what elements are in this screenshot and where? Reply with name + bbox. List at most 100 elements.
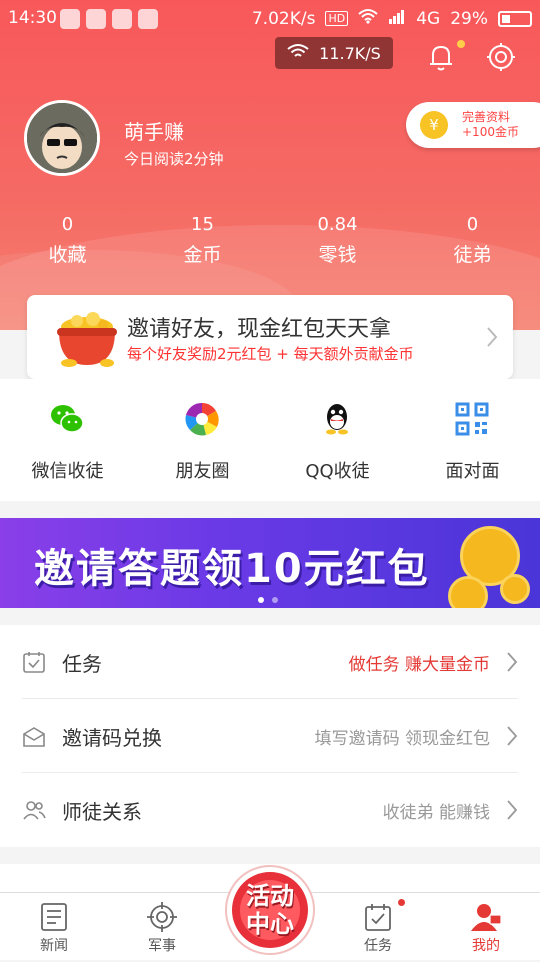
share-face-to-face[interactable]: 面对面 (405, 379, 540, 501)
tab-military[interactable]: 军事 (108, 893, 216, 961)
menu-item-hint: 收徒弟 能赚钱 (382, 803, 490, 823)
profile-icon (470, 901, 502, 933)
stat-value: 0.84 (317, 214, 358, 235)
stats-row: 0 收藏 15 金币 0.84 零钱 0 徒弟 (0, 214, 540, 267)
complete-profile-text: 完善资料 +100金币 (462, 110, 519, 140)
invite-friends-card[interactable]: 邀请好友，现金红包天天拿 每个好友奖励2元红包 + 每天额外贡献金币 (27, 295, 513, 379)
chevron-right-icon (485, 325, 499, 349)
wechat-icon (49, 401, 85, 437)
treasure-pot-icon (47, 305, 127, 371)
menu-item-tasks[interactable]: 任务 做任务 赚大量金币 (22, 625, 518, 699)
share-wechat[interactable]: 微信收徒 (0, 379, 135, 501)
crosshair-icon (146, 901, 178, 933)
people-icon (22, 798, 46, 822)
activity-center-button[interactable]: 活动 中心 (218, 858, 322, 958)
envelope-icon (22, 724, 46, 748)
coin-icon: ¥ (420, 111, 448, 139)
notification-dot (457, 40, 465, 48)
banner-pagination (258, 597, 278, 603)
tab-label: 我的 (472, 938, 500, 954)
status-bar: 14:30 7.02K/s HD 4G 29% (0, 0, 540, 38)
read-time: 今日阅读2分钟 (124, 150, 224, 168)
tab-badge-dot (398, 899, 405, 906)
wifi-status-icon (358, 8, 378, 29)
tab-label: 军事 (148, 938, 176, 954)
stat-label: 零钱 (318, 244, 357, 266)
promo-banner[interactable]: 邀请答题领10元红包 (0, 518, 540, 608)
stat-favorites[interactable]: 0 收藏 (0, 214, 135, 267)
tab-label: 任务 (364, 938, 392, 954)
battery-percent: 29% (450, 8, 488, 29)
share-label: 面对面 (445, 461, 500, 482)
coin-decoration (500, 574, 530, 604)
network-type: 4G (416, 8, 441, 29)
qrcode-icon (454, 401, 490, 437)
complete-profile-button[interactable]: ¥ 完善资料 +100金币 (406, 102, 540, 148)
status-right: 7.02K/s HD 4G 29% (252, 8, 532, 29)
stat-value: 15 (191, 214, 214, 235)
chevron-right-icon (506, 651, 518, 673)
share-moments[interactable]: 朋友圈 (135, 379, 270, 501)
menu-item-hint: 填写邀请码 领现金红包 (314, 729, 490, 749)
menu-list: 任务 做任务 赚大量金币 邀请码兑换 填写邀请码 领现金红包 师徒关系 收徒弟 … (0, 625, 540, 847)
stat-value: 0 (61, 214, 74, 235)
app-notification-icon (60, 9, 80, 29)
app-notification-icon (86, 9, 106, 29)
app-notification-icon (112, 9, 132, 29)
invite-subtitle: 每个好友奖励2元红包 + 每天额外贡献金币 (127, 345, 414, 363)
chevron-right-icon (506, 799, 518, 821)
moments-icon (184, 401, 220, 437)
app-notification-icon (138, 9, 158, 29)
invite-title: 邀请好友，现金红包天天拿 (127, 317, 392, 342)
stat-label: 收藏 (48, 244, 87, 266)
stat-change[interactable]: 0.84 零钱 (270, 214, 405, 267)
chevron-right-icon (506, 725, 518, 747)
activity-center-line2: 中心 (246, 910, 294, 938)
complete-profile-line2: +100金币 (462, 125, 519, 139)
share-qq[interactable]: QQ收徒 (270, 379, 405, 501)
tab-mine[interactable]: 我的 (432, 893, 540, 961)
news-icon (38, 901, 70, 933)
status-time: 14:30 (8, 8, 57, 28)
stat-coins[interactable]: 15 金币 (135, 214, 270, 267)
wifi-speed-indicator: 11.7K/S (275, 37, 393, 69)
signal-icon (388, 8, 406, 29)
activity-center-label: 活动 中心 (218, 882, 322, 938)
tab-label: 新闻 (40, 938, 68, 954)
tab-news[interactable]: 新闻 (0, 893, 108, 961)
menu-item-mentorship[interactable]: 师徒关系 收徒弟 能赚钱 (22, 773, 518, 847)
notification-icons (60, 9, 158, 29)
bell-icon[interactable] (424, 40, 458, 74)
menu-item-title: 师徒关系 (62, 800, 142, 824)
activity-center-line1: 活动 (246, 882, 294, 910)
tab-tasks[interactable]: 任务 (324, 893, 432, 961)
hd-icon: HD (325, 11, 349, 26)
share-label: 微信收徒 (31, 461, 104, 482)
stat-apprentices[interactable]: 0 徒弟 (405, 214, 540, 267)
share-label: 朋友圈 (175, 461, 230, 482)
menu-item-title: 任务 (62, 652, 102, 676)
stat-label: 金币 (183, 244, 222, 266)
menu-item-hint: 做任务 赚大量金币 (348, 655, 490, 675)
menu-item-invite-code[interactable]: 邀请码兑换 填写邀请码 领现金红包 (22, 699, 518, 773)
complete-profile-line1: 完善资料 (462, 110, 511, 124)
share-label: QQ收徒 (305, 461, 370, 482)
gear-icon[interactable] (484, 40, 518, 74)
wifi-icon (287, 43, 309, 63)
banner-text: 邀请答题领10元红包 (34, 546, 430, 592)
coin-decoration (448, 576, 488, 608)
username: 萌手赚 (124, 120, 184, 144)
menu-item-title: 邀请码兑换 (62, 726, 162, 750)
share-options: 微信收徒 朋友圈 QQ收徒 面对面 (0, 379, 540, 501)
pagination-dot-active (258, 597, 264, 603)
pagination-dot (272, 597, 278, 603)
stat-label: 徒弟 (453, 244, 492, 266)
network-speed: 7.02K/s (251, 8, 316, 29)
qq-icon (319, 401, 355, 437)
task-icon (362, 901, 394, 933)
avatar[interactable] (24, 100, 100, 176)
wifi-speed-text: 11.7K/S (319, 43, 381, 63)
battery-icon (498, 10, 532, 27)
stat-value: 0 (466, 214, 479, 235)
calendar-check-icon (22, 650, 46, 674)
